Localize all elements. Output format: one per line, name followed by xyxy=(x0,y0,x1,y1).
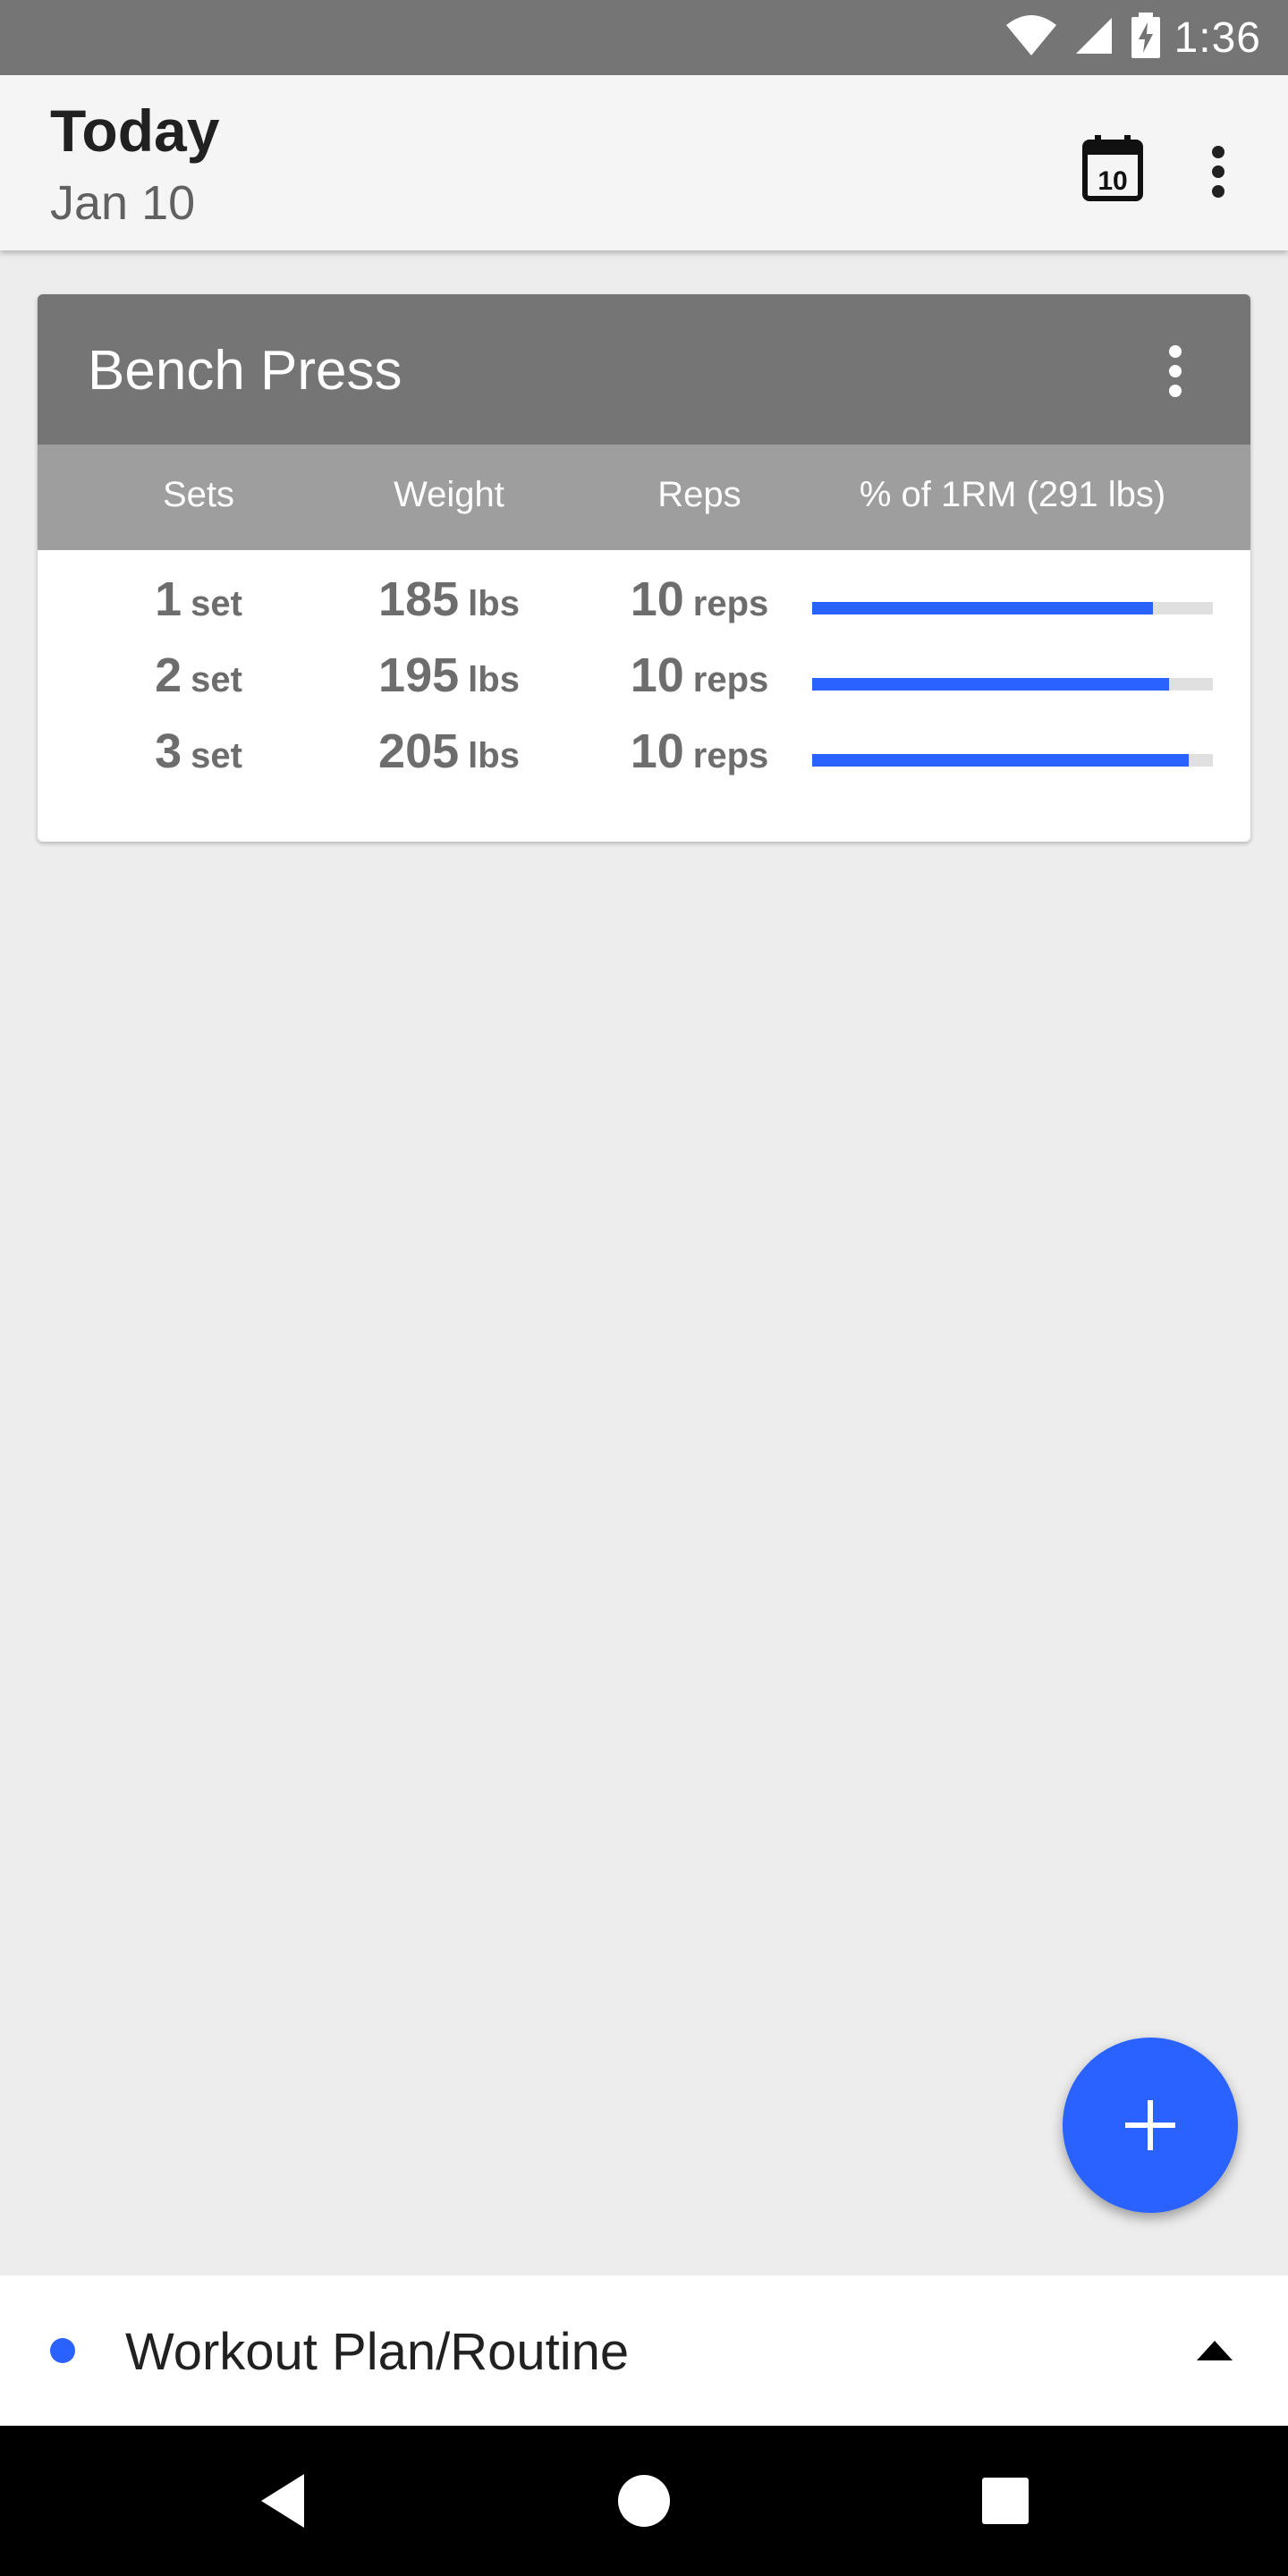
status-dot xyxy=(50,2338,75,2363)
expand-sheet-button[interactable] xyxy=(1181,2326,1249,2376)
page-title: Today xyxy=(50,97,220,164)
set-unit: set xyxy=(191,584,242,623)
column-header-1rm: % of 1RM (291 lbs) xyxy=(859,475,1166,514)
back-icon xyxy=(261,2474,304,2528)
set-row[interactable]: 3 set 205 lbs 10 reps xyxy=(38,724,1250,800)
home-icon xyxy=(618,2475,670,2527)
exercise-title: Bench Press xyxy=(88,340,402,402)
one-rm-progress-fill xyxy=(812,602,1153,614)
set-row[interactable]: 1 set 185 lbs 10 reps xyxy=(38,572,1250,648)
reps-value: 10 xyxy=(630,648,684,702)
set-number: 1 xyxy=(155,572,182,626)
nav-home-button[interactable] xyxy=(599,2456,689,2546)
reps-cell: 10 reps xyxy=(574,572,825,648)
nav-recents-button[interactable] xyxy=(961,2456,1050,2546)
one-rm-progress-bar xyxy=(812,754,1213,767)
calendar-day-number: 10 xyxy=(1097,166,1127,196)
set-cell: 3 set xyxy=(73,724,324,800)
reps-unit: reps xyxy=(692,660,769,699)
add-icon xyxy=(1125,2100,1175,2150)
set-row[interactable]: 2 set 195 lbs 10 reps xyxy=(38,648,1250,724)
recents-icon xyxy=(982,2478,1029,2524)
weight-unit: lbs xyxy=(468,736,520,775)
workout-plan-label: Workout Plan/Routine xyxy=(125,2323,630,2381)
exercise-card-header: Bench Press xyxy=(38,294,1250,445)
overflow-menu-button[interactable] xyxy=(1184,129,1252,215)
add-exercise-button[interactable] xyxy=(1063,2038,1238,2213)
one-rm-progress-fill xyxy=(812,678,1169,691)
set-unit: set xyxy=(191,736,242,775)
reps-value: 10 xyxy=(630,572,684,626)
weight-cell: 185 lbs xyxy=(324,572,574,648)
expand-up-icon xyxy=(1197,2341,1233,2360)
weight-value: 195 xyxy=(378,648,460,702)
weight-unit: lbs xyxy=(468,584,520,623)
weight-unit: lbs xyxy=(468,660,520,699)
nav-back-button[interactable] xyxy=(238,2456,327,2546)
more-vert-icon xyxy=(1212,146,1224,198)
reps-value: 10 xyxy=(630,724,684,778)
weight-value: 185 xyxy=(378,572,460,626)
column-header-weight: Weight xyxy=(394,475,504,514)
reps-cell: 10 reps xyxy=(574,724,825,800)
one-rm-progress-bar xyxy=(812,602,1213,614)
reps-cell: 10 reps xyxy=(574,648,825,724)
page-subtitle-date: Jan 10 xyxy=(50,176,196,230)
app-bar: Today Jan 10 10 xyxy=(0,75,1288,250)
status-icons xyxy=(1004,12,1162,64)
status-time: 1:36 xyxy=(1174,13,1261,62)
calendar-icon: 10 xyxy=(1082,135,1143,201)
exercise-card[interactable]: Bench Press Sets Weight Reps % of 1RM (2… xyxy=(38,294,1250,842)
set-number: 3 xyxy=(155,724,182,778)
more-vert-icon xyxy=(1169,345,1182,397)
column-header-reps: Reps xyxy=(657,475,741,514)
set-cell: 1 set xyxy=(73,572,324,648)
wifi-icon xyxy=(1004,14,1058,62)
one-rm-progress-bar xyxy=(812,678,1213,691)
workout-plan-bottom-sheet[interactable]: Workout Plan/Routine xyxy=(0,2275,1288,2426)
reps-unit: reps xyxy=(692,584,769,623)
weight-cell: 205 lbs xyxy=(324,724,574,800)
system-nav-bar xyxy=(0,2426,1288,2576)
exercise-menu-button[interactable] xyxy=(1148,334,1202,409)
battery-charging-icon xyxy=(1130,12,1162,64)
calendar-button[interactable]: 10 xyxy=(1073,125,1152,211)
reps-unit: reps xyxy=(692,736,769,775)
weight-cell: 195 lbs xyxy=(324,648,574,724)
one-rm-progress-fill xyxy=(812,754,1190,767)
weight-value: 205 xyxy=(378,724,460,778)
status-bar: 1:36 xyxy=(0,0,1288,75)
screen: 1:36 Today Jan 10 10 Bench Press Sets We… xyxy=(0,0,1288,2576)
cell-signal-icon xyxy=(1072,14,1115,62)
column-header-sets: Sets xyxy=(162,475,235,514)
column-header-row: Sets Weight Reps % of 1RM (291 lbs) xyxy=(38,445,1250,550)
set-unit: set xyxy=(191,660,242,699)
set-cell: 2 set xyxy=(73,648,324,724)
set-number: 2 xyxy=(155,648,182,702)
